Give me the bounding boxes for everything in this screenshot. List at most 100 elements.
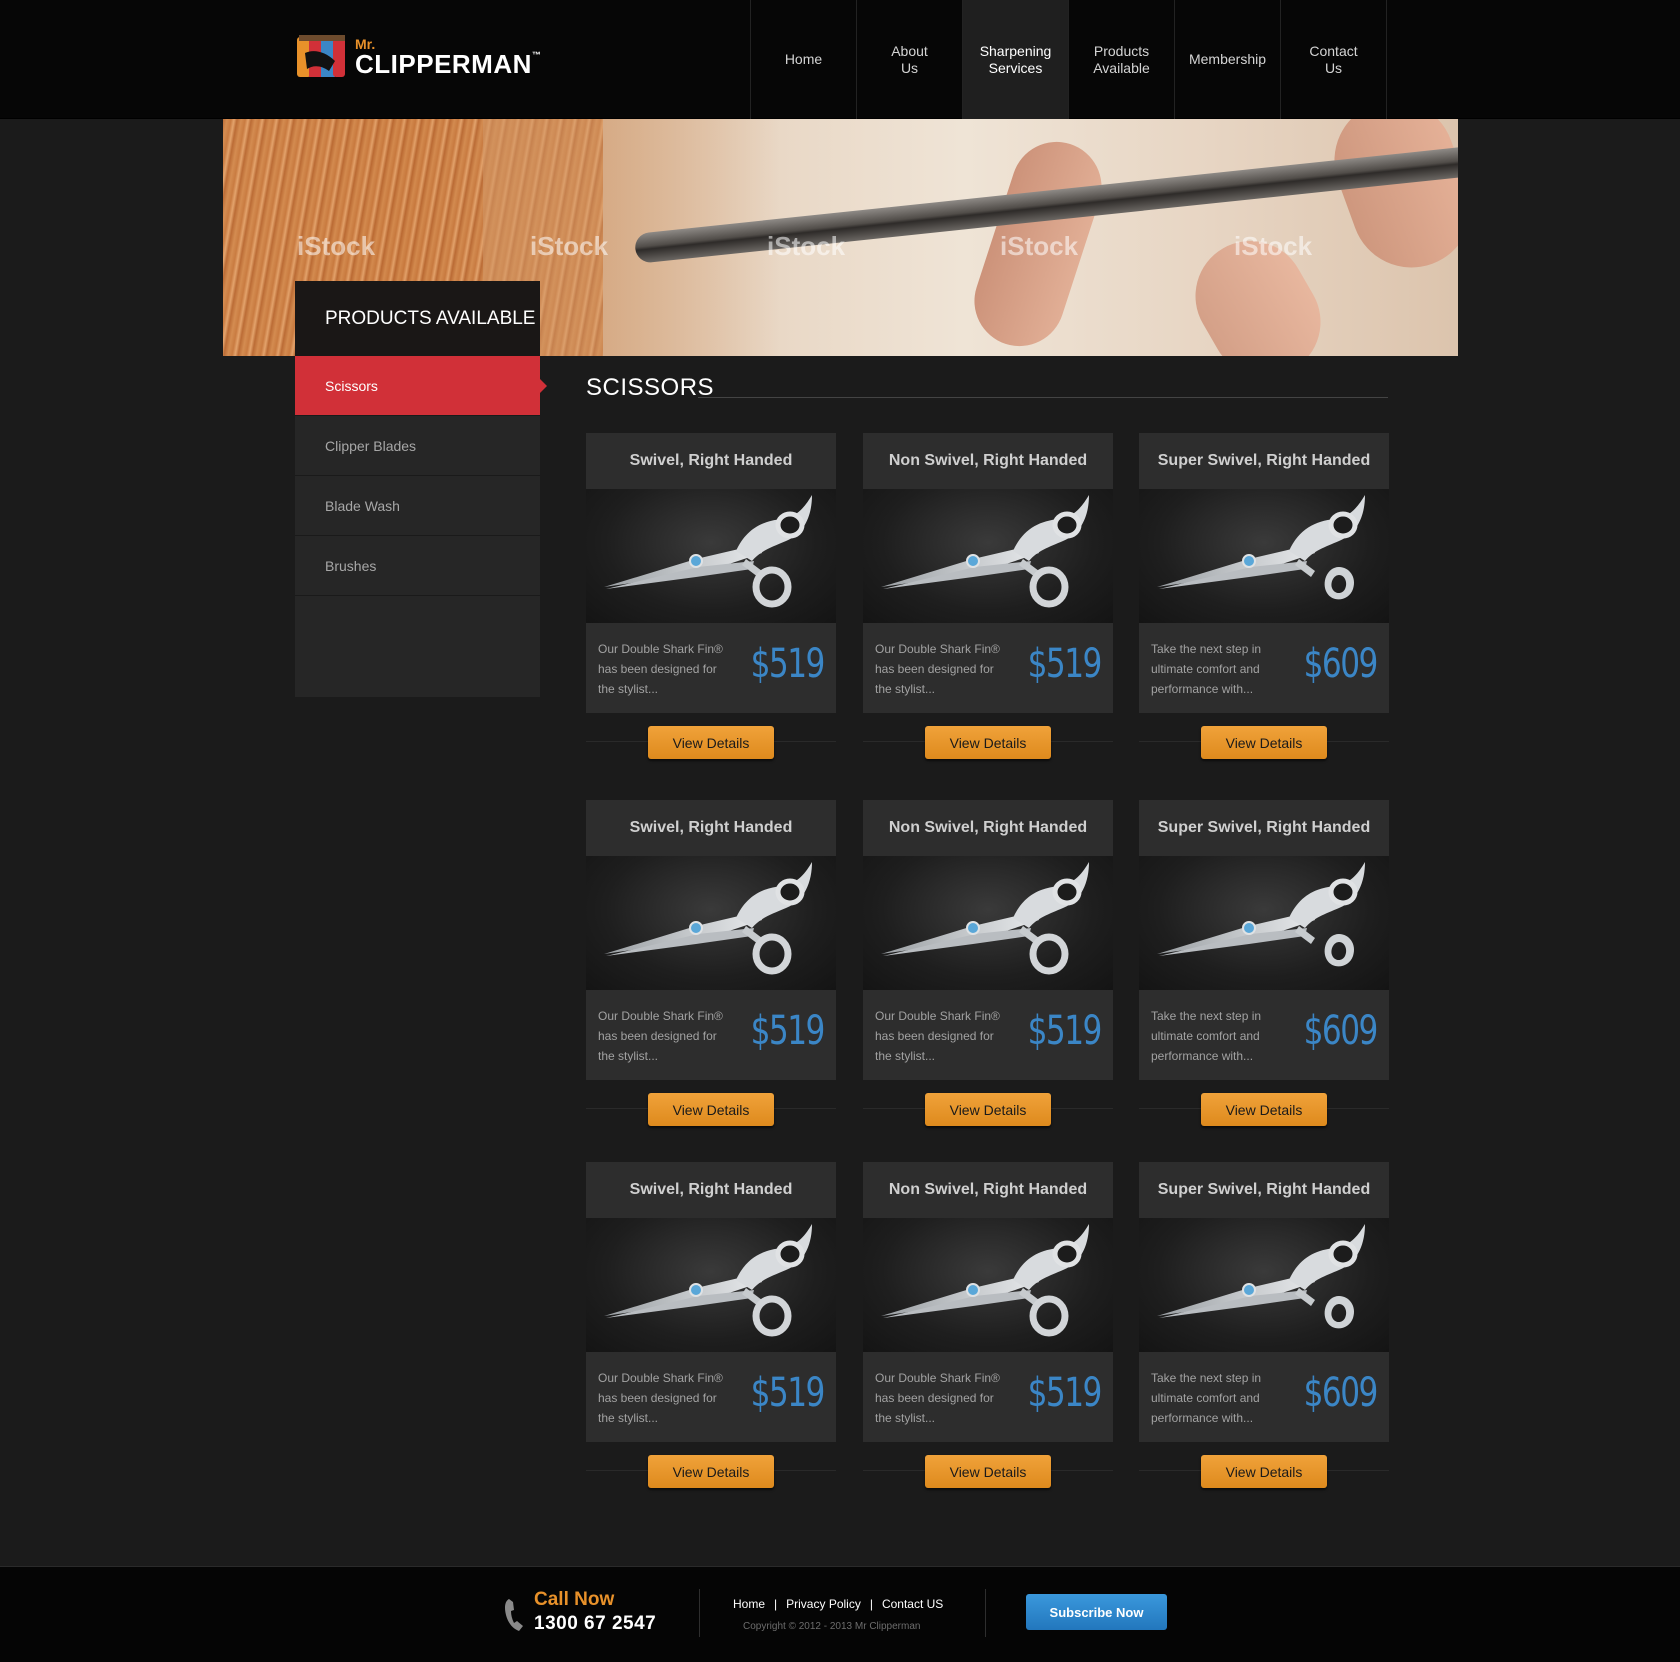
- sidebar-title: PRODUCTS AVAILABLE: [295, 281, 540, 356]
- product-price: $609: [1303, 1008, 1379, 1054]
- logo-tm: ™: [531, 50, 542, 60]
- product-image[interactable]: [1139, 489, 1389, 623]
- product-price: $609: [1303, 641, 1379, 687]
- nav-contact-us[interactable]: Contact Us: [1281, 0, 1387, 119]
- footer-divider: [985, 1589, 986, 1637]
- copyright-text: Copyright © 2012 - 2013 Mr Clipperman: [743, 1621, 921, 1632]
- product-image[interactable]: [863, 489, 1113, 623]
- product-price: $519: [1027, 641, 1103, 687]
- product-price: $519: [750, 1370, 826, 1416]
- product-image[interactable]: [863, 856, 1113, 990]
- nav-home[interactable]: Home: [751, 0, 857, 119]
- product-description: Our Double Shark Fin® has been designed …: [598, 1371, 723, 1425]
- product-actions: View Details: [586, 1080, 836, 1136]
- subscribe-button[interactable]: Subscribe Now: [1026, 1594, 1167, 1630]
- product-actions: View Details: [863, 1442, 1113, 1498]
- main-nav: Home About Us Sharpening Services Produc…: [750, 0, 1387, 119]
- product-info: Our Double Shark Fin® has been designed …: [586, 990, 836, 1080]
- banner-watermark: iStock: [530, 231, 609, 261]
- view-details-button[interactable]: View Details: [1201, 1455, 1327, 1488]
- view-details-button[interactable]: View Details: [925, 1093, 1051, 1126]
- view-details-button[interactable]: View Details: [925, 726, 1051, 759]
- logo-icon: [297, 35, 345, 77]
- product-name[interactable]: Non Swivel, Right Handed: [863, 433, 1113, 489]
- logo-name: CLIPPERMAN: [355, 49, 532, 79]
- footer-link-separator: |: [869, 1597, 873, 1611]
- product-card: Non Swivel, Right Handed Our Double Shark…: [863, 800, 1113, 1136]
- product-info: Our Double Shark Fin® has been designed …: [863, 1352, 1113, 1442]
- product-description: Take the next step in ultimate comfort a…: [1151, 642, 1262, 696]
- product-name[interactable]: Super Swivel, Right Handed: [1139, 1162, 1389, 1218]
- product-actions: View Details: [1139, 1442, 1389, 1498]
- section-title: SCISSORS: [586, 374, 715, 401]
- product-card: Swivel, Right Handed Our Double Shark Fin…: [586, 433, 836, 769]
- product-actions: View Details: [1139, 713, 1389, 769]
- view-details-button[interactable]: View Details: [648, 1455, 774, 1488]
- product-image[interactable]: [1139, 1218, 1389, 1352]
- product-price: $519: [1027, 1008, 1103, 1054]
- product-info: Our Double Shark Fin® has been designed …: [863, 990, 1113, 1080]
- product-image[interactable]: [863, 1218, 1113, 1352]
- product-info: Our Double Shark Fin® has been designed …: [586, 1352, 836, 1442]
- product-info: Our Double Shark Fin® has been designed …: [863, 623, 1113, 713]
- product-name[interactable]: Swivel, Right Handed: [586, 800, 836, 856]
- footer-link-separator: |: [774, 1597, 778, 1611]
- product-name[interactable]: Non Swivel, Right Handed: [863, 800, 1113, 856]
- product-actions: View Details: [1139, 1080, 1389, 1136]
- product-name[interactable]: Swivel, Right Handed: [586, 1162, 836, 1218]
- product-image[interactable]: [1139, 856, 1389, 990]
- product-name[interactable]: Super Swivel, Right Handed: [1139, 800, 1389, 856]
- product-name[interactable]: Non Swivel, Right Handed: [863, 1162, 1113, 1218]
- product-price: $519: [750, 1008, 826, 1054]
- nav-products-available[interactable]: Products Available: [1069, 0, 1175, 119]
- site-header: Mr. CLIPPERMAN™ Home About Us Sharpening…: [0, 0, 1680, 119]
- product-image[interactable]: [586, 856, 836, 990]
- phone-icon: [505, 1599, 523, 1631]
- footer-link-home[interactable]: Home: [733, 1597, 765, 1611]
- section-divider: [698, 397, 1388, 398]
- product-name[interactable]: Super Swivel, Right Handed: [1139, 433, 1389, 489]
- nav-about-us[interactable]: About Us: [857, 0, 963, 119]
- sidebar-item-blade-wash[interactable]: Blade Wash: [295, 476, 540, 536]
- product-image[interactable]: [586, 489, 836, 623]
- view-details-button[interactable]: View Details: [1201, 726, 1327, 759]
- product-description: Our Double Shark Fin® has been designed …: [875, 642, 1000, 696]
- product-price: $609: [1303, 1370, 1379, 1416]
- product-price: $519: [750, 641, 826, 687]
- nav-sharpening-services[interactable]: Sharpening Services: [963, 0, 1069, 119]
- product-actions: View Details: [863, 1080, 1113, 1136]
- product-description: Take the next step in ultimate comfort a…: [1151, 1371, 1262, 1425]
- view-details-button[interactable]: View Details: [648, 726, 774, 759]
- product-card: Super Swivel, Right Handed Take the next …: [1139, 800, 1389, 1136]
- sidebar-item-brushes[interactable]: Brushes: [295, 536, 540, 596]
- product-price: $519: [1027, 1370, 1103, 1416]
- product-info: Take the next step in ultimate comfort a…: [1139, 623, 1389, 713]
- product-name[interactable]: Swivel, Right Handed: [586, 433, 836, 489]
- footer-links: Home | Privacy Policy | Contact US: [733, 1597, 943, 1611]
- footer-link-contact-us[interactable]: Contact US: [882, 1597, 943, 1611]
- view-details-button[interactable]: View Details: [1201, 1093, 1327, 1126]
- sidebar-item-scissors[interactable]: Scissors: [295, 356, 547, 416]
- product-image[interactable]: [586, 1218, 836, 1352]
- nav-membership[interactable]: Membership: [1175, 0, 1281, 119]
- banner-watermark: iStock: [767, 231, 846, 261]
- view-details-button[interactable]: View Details: [925, 1455, 1051, 1488]
- product-info: Take the next step in ultimate comfort a…: [1139, 990, 1389, 1080]
- sidebar-item-clipper-blades[interactable]: Clipper Blades: [295, 416, 540, 476]
- site-footer: Call Now 1300 67 2547 Home | Privacy Pol…: [0, 1566, 1680, 1662]
- product-actions: View Details: [586, 1442, 836, 1498]
- product-info: Our Double Shark Fin® has been designed …: [586, 623, 836, 713]
- product-card: Super Swivel, Right Handed Take the next …: [1139, 1162, 1389, 1498]
- phone-number[interactable]: 1300 67 2547: [534, 1613, 656, 1635]
- product-card: Swivel, Right Handed Our Double Shark Fin…: [586, 1162, 836, 1498]
- banner-watermark: iStock: [1234, 231, 1313, 261]
- product-card: Swivel, Right Handed Our Double Shark Fin…: [586, 800, 836, 1136]
- site-logo[interactable]: Mr. CLIPPERMAN™: [295, 32, 541, 82]
- product-description: Our Double Shark Fin® has been designed …: [875, 1009, 1000, 1063]
- view-details-button[interactable]: View Details: [648, 1093, 774, 1126]
- call-now-label: Call Now: [534, 1589, 615, 1610]
- product-description: Our Double Shark Fin® has been designed …: [598, 1009, 723, 1063]
- footer-link-privacy-policy[interactable]: Privacy Policy: [786, 1597, 861, 1611]
- product-card: Non Swivel, Right Handed Our Double Shark…: [863, 1162, 1113, 1498]
- logo-wordmark: Mr. CLIPPERMAN™: [355, 37, 541, 77]
